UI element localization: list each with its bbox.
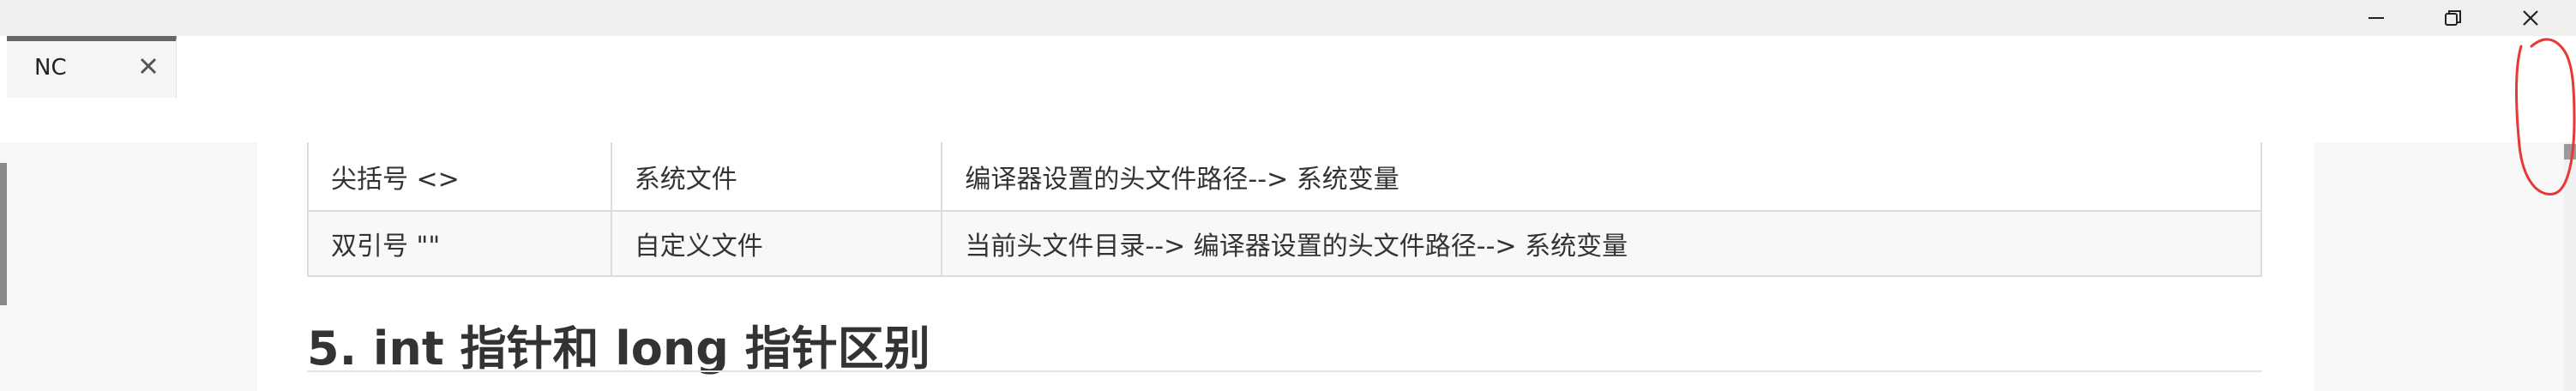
- scrollbar-thumb[interactable]: [2564, 144, 2576, 159]
- section-heading: 5. int 指针和 long 指针区别: [307, 322, 930, 376]
- table-cell: 当前头文件目录--> 编译器设置的头文件路径--> 系统变量: [941, 210, 2262, 277]
- table-cell: 自定义文件: [610, 210, 943, 277]
- table-cell: 双引号 "": [307, 210, 612, 277]
- tab-label: NC: [34, 55, 67, 81]
- table-row: 双引号 "" 自定义文件 当前头文件目录--> 编译器设置的头文件路径--> 系…: [307, 210, 2262, 277]
- table-cell: 系统文件: [610, 142, 943, 212]
- restore-icon: [2445, 10, 2461, 26]
- close-icon: [2523, 10, 2538, 26]
- tab-nc[interactable]: NC: [7, 36, 177, 98]
- tab-close-button[interactable]: [134, 51, 163, 81]
- close-window-button[interactable]: [2492, 0, 2569, 36]
- minimize-icon: [2368, 17, 2384, 19]
- include-comparison-table: 尖括号 <> 系统文件 编译器设置的头文件路径--> 系统变量 双引号 "" 自…: [307, 142, 2262, 277]
- tab-strip: [0, 36, 2576, 142]
- title-bar: [0, 0, 2576, 36]
- restore-button[interactable]: [2415, 0, 2492, 36]
- table-cell: 尖括号 <>: [307, 142, 612, 212]
- right-scrollbar[interactable]: [2564, 142, 2576, 391]
- table-cell: 编译器设置的头文件路径--> 系统变量: [941, 142, 2262, 212]
- minimize-button[interactable]: [2338, 0, 2415, 36]
- document-content: 尖括号 <> 系统文件 编译器设置的头文件路径--> 系统变量 双引号 "" 自…: [257, 142, 2314, 391]
- left-scrollbar[interactable]: [0, 163, 7, 305]
- heading-divider: [307, 370, 2262, 372]
- close-icon: [140, 57, 157, 75]
- table-row: 尖括号 <> 系统文件 编译器设置的头文件路径--> 系统变量: [307, 142, 2262, 212]
